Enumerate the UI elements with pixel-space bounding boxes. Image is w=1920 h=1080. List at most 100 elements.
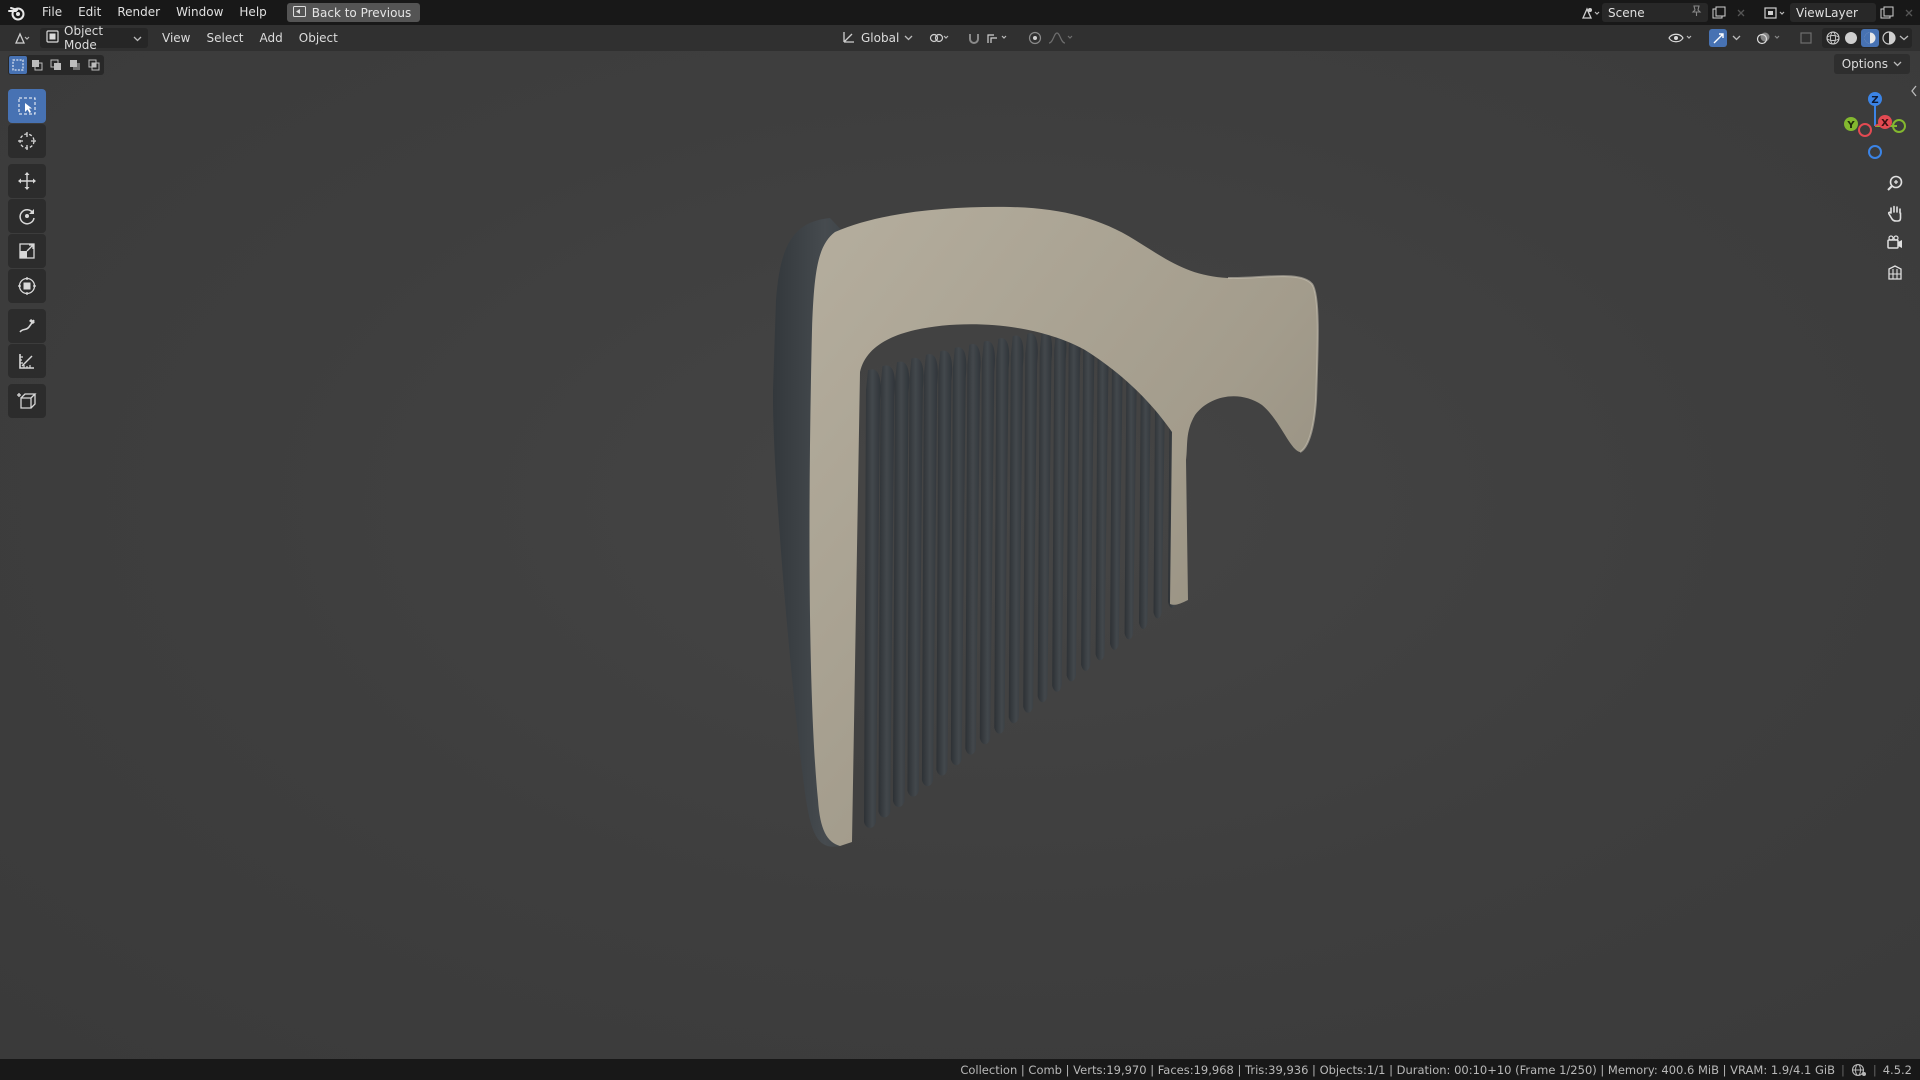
gizmo-icon: [1709, 29, 1727, 47]
mode-dropdown[interactable]: Object Mode: [40, 24, 148, 52]
comb-tooth: [1052, 329, 1067, 692]
comb-tooth: [1023, 333, 1038, 713]
back-to-previous-button[interactable]: Back to Previous: [286, 3, 421, 22]
status-divider: |: [1840, 1062, 1845, 1077]
gizmo-z-label: Z: [1871, 95, 1878, 106]
menu-file[interactable]: File: [34, 0, 70, 25]
chevron-down-icon[interactable]: [1899, 35, 1909, 41]
snap-dropdown[interactable]: [961, 28, 1018, 48]
menu-window[interactable]: Window: [168, 0, 231, 25]
visibility-dropdown[interactable]: [1662, 28, 1700, 48]
pan-hand-icon[interactable]: [1880, 198, 1910, 228]
menu-view[interactable]: View: [154, 25, 198, 51]
wireframe-shading-icon[interactable]: [1825, 30, 1841, 46]
camera-view-icon[interactable]: [1880, 228, 1910, 258]
editor-type-icon: [14, 32, 30, 44]
add-cube-tool-icon[interactable]: [8, 384, 46, 418]
select-invert-icon[interactable]: [66, 56, 84, 74]
move-tool-icon[interactable]: [8, 164, 46, 198]
comb-tooth: [936, 350, 953, 776]
menu-object[interactable]: Object: [291, 25, 346, 51]
comb-tooth: [1095, 324, 1110, 661]
comb-tooth: [921, 354, 938, 787]
comb-tooth: [892, 361, 910, 808]
status-divider: |: [1872, 1062, 1877, 1077]
new-scene-icon[interactable]: [1708, 3, 1730, 22]
xray-toggle[interactable]: [1793, 28, 1819, 48]
pin-icon[interactable]: [1691, 5, 1702, 20]
overlays-toggle[interactable]: [1750, 28, 1790, 48]
solid-shading-icon[interactable]: [1843, 30, 1859, 46]
ortho-grid-icon[interactable]: [1880, 258, 1910, 288]
mode-label: Object Mode: [64, 24, 104, 52]
top-menu-bar: File Edit Render Window Help Back to Pre…: [0, 0, 1920, 25]
navigation-gizmo[interactable]: Z X Y: [1844, 81, 1906, 161]
proportional-editing-dropdown[interactable]: [1022, 28, 1081, 48]
orientation-label: Global: [861, 31, 900, 45]
pivot-point-dropdown[interactable]: [923, 28, 957, 48]
transform-tool-icon[interactable]: [8, 269, 46, 303]
menu-help[interactable]: Help: [231, 0, 274, 25]
select-subtract-icon[interactable]: [47, 56, 65, 74]
menu-edit[interactable]: Edit: [70, 0, 109, 25]
chevron-down-icon: [133, 31, 142, 45]
blender-version: 4.5.2: [1882, 1062, 1912, 1077]
menu-select[interactable]: Select: [198, 25, 251, 51]
menu-render[interactable]: Render: [109, 0, 168, 25]
back-to-previous-label: Back to Previous: [311, 5, 412, 20]
select-new-icon[interactable]: [9, 56, 27, 74]
delete-scene-icon[interactable]: [1730, 3, 1752, 22]
select-intersect-icon[interactable]: [85, 56, 103, 74]
scene-name: Scene: [1608, 5, 1645, 20]
options-label: Options: [1841, 57, 1888, 71]
gizmo-neg-x-axis[interactable]: [1858, 123, 1872, 137]
view-layer-selector-icon[interactable]: [1762, 3, 1790, 22]
comb-tooth: [864, 369, 881, 828]
material-preview-shading-icon[interactable]: [1861, 29, 1879, 47]
navigation-buttons: [1880, 168, 1910, 288]
network-icon[interactable]: [1851, 1063, 1867, 1077]
editor-type-dropdown[interactable]: [8, 28, 36, 48]
gizmo-toggle[interactable]: [1703, 28, 1747, 48]
select-extend-icon[interactable]: [28, 56, 46, 74]
pivot-point-icon: [930, 33, 949, 43]
options-dropdown[interactable]: Options: [1833, 54, 1910, 74]
sidebar-toggle-icon[interactable]: [1910, 85, 1918, 97]
orientation-icon: [842, 30, 856, 47]
selection-mode-group: [8, 55, 104, 75]
cursor-tool-icon[interactable]: [8, 124, 46, 158]
object-mode-icon: [46, 30, 59, 46]
back-icon: [292, 5, 306, 20]
proportional-editing-icon: [1029, 31, 1042, 45]
view-layer-name: ViewLayer: [1796, 5, 1858, 20]
comb-tooth: [1081, 325, 1095, 671]
status-bar: Collection | Comb | Verts:19,970 | Faces…: [0, 1059, 1920, 1080]
scene-name-field[interactable]: Scene: [1602, 3, 1708, 22]
viewport-header: Object Mode View Select Add Object Globa…: [0, 24, 1920, 52]
rotate-tool-icon[interactable]: [8, 199, 46, 233]
view-layer-name-field[interactable]: ViewLayer: [1790, 3, 1876, 22]
measure-tool-icon[interactable]: [8, 344, 46, 378]
blender-logo-icon[interactable]: [0, 0, 34, 25]
gizmo-x-label: X: [1881, 118, 1889, 129]
menu-add[interactable]: Add: [252, 25, 291, 51]
comb-model[interactable]: [0, 51, 1920, 1059]
transform-orientation-dropdown[interactable]: Global: [836, 28, 919, 48]
gizmo-neg-z-axis[interactable]: [1868, 145, 1882, 159]
new-view-layer-icon[interactable]: [1876, 3, 1898, 22]
select-box-tool-icon[interactable]: [8, 89, 46, 123]
3d-viewport[interactable]: Options Z X Y: [0, 51, 1920, 1059]
comb-tooth: [878, 365, 895, 818]
comb-tooth: [907, 357, 924, 797]
magnet-icon: [969, 34, 980, 44]
snap-target-icon: [987, 34, 1007, 43]
zoom-icon[interactable]: [1880, 168, 1910, 198]
annotate-tool-icon[interactable]: [8, 309, 46, 343]
scale-tool-icon[interactable]: [8, 234, 46, 268]
rendered-shading-icon[interactable]: [1881, 30, 1897, 46]
comb-tooth: [1008, 335, 1024, 724]
scene-selector-icon[interactable]: [1580, 3, 1602, 22]
delete-view-layer-icon[interactable]: [1898, 3, 1920, 22]
chevron-down-icon: [904, 35, 913, 41]
comb-tooth: [994, 338, 1010, 734]
